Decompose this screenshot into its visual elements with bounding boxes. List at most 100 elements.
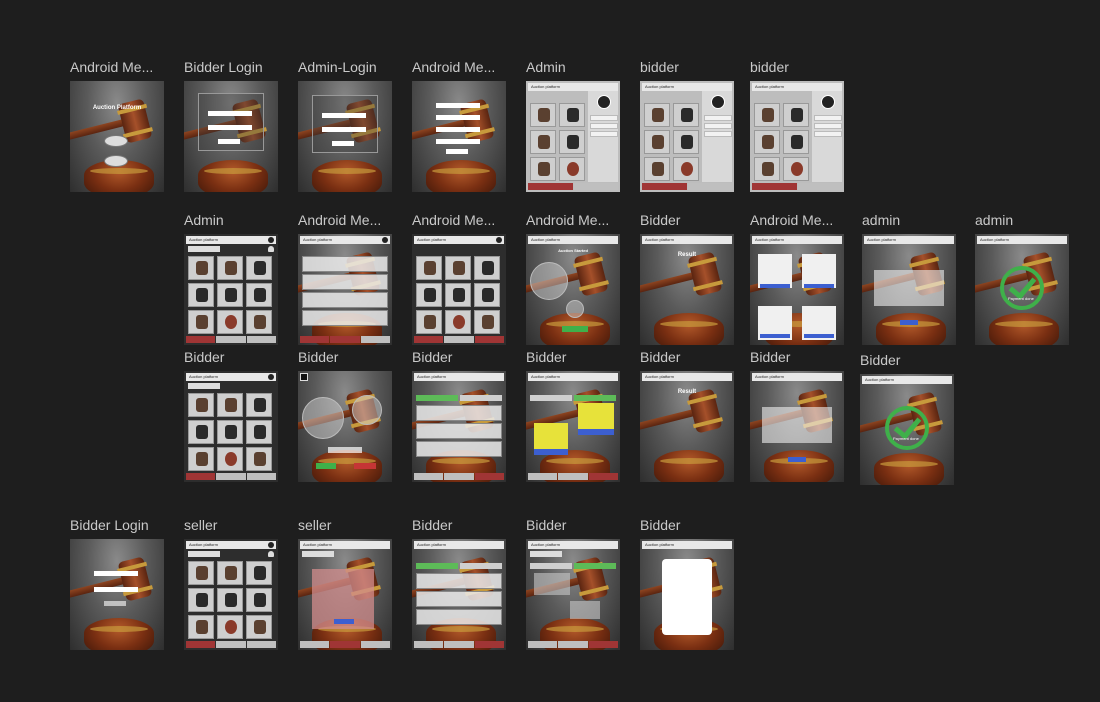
frame-bidder-login-2[interactable]: Bidder Login <box>70 517 164 650</box>
avatar-icon[interactable] <box>597 95 611 109</box>
frame-bidder-menu[interactable]: bidder Auction platform <box>750 59 844 192</box>
frame-label: Admin <box>526 59 566 75</box>
start-button[interactable] <box>562 326 588 332</box>
app-bar: Auction platform <box>186 236 276 244</box>
frame-bidder-grid[interactable]: Bidder Auction platform <box>184 349 278 482</box>
app-bar: Auction platform <box>186 541 276 549</box>
frame-label: Bidder <box>640 517 681 533</box>
payment-button[interactable] <box>578 429 614 435</box>
check-icon <box>885 406 929 450</box>
frame-cards[interactable]: Android Me... Auction platform <box>750 212 844 345</box>
app-bar: Auction platform <box>862 376 952 384</box>
frame-admin-login[interactable]: Admin-Login <box>298 59 392 192</box>
frame-seller-form[interactable]: seller Auction platform <box>298 517 392 650</box>
login-button[interactable] <box>104 601 126 606</box>
frame-bidder-receipt[interactable]: Bidder Auction platform <box>640 517 734 650</box>
exit-button[interactable] <box>354 463 376 469</box>
app-bar: Auction platform <box>864 236 954 244</box>
frame-label: Bidder <box>412 517 453 533</box>
screen-thumbnail: Auction Platform <box>70 81 164 192</box>
frame-auction-started[interactable]: Android Me... Auction platform Auction S… <box>526 212 620 345</box>
send-button[interactable] <box>334 619 354 624</box>
payment-button[interactable] <box>534 449 568 455</box>
screen-thumbnail: Auction platform <box>750 371 844 482</box>
screen-thumbnail: Auction platform <box>298 234 392 345</box>
signup-button[interactable] <box>446 149 468 154</box>
login-button[interactable] <box>332 141 354 146</box>
frame-label: Android Me... <box>412 212 496 228</box>
result-title: Result <box>677 252 697 258</box>
frame-label: Android Me... <box>526 212 610 228</box>
bell-icon[interactable] <box>268 551 274 557</box>
bid-button[interactable] <box>316 463 336 469</box>
role-button[interactable] <box>104 155 128 167</box>
side-menu <box>588 91 618 182</box>
app-bar: Auction platform <box>752 83 842 91</box>
frame-label: Admin-Login <box>298 59 377 75</box>
bell-icon[interactable] <box>268 246 274 252</box>
frame-admin-grid[interactable]: Admin Auction platform <box>184 212 278 345</box>
frame-result[interactable]: Bidder Auction platform Result <box>640 212 734 345</box>
app-bar: Auction platform <box>752 236 842 244</box>
frame-label: Bidder <box>640 212 681 228</box>
frame-bidder-form[interactable]: Bidder Auction platform <box>750 349 844 482</box>
frame-label: Bidder <box>640 349 681 365</box>
frame-label: Bidder <box>526 517 567 533</box>
avatar-icon[interactable] <box>711 95 725 109</box>
frame-register[interactable]: Android Me... <box>412 59 506 192</box>
frame-bidder-menu[interactable]: bidder Auction platform <box>640 59 734 192</box>
role-button[interactable] <box>104 135 128 147</box>
frame-label: Bidder Login <box>184 59 263 75</box>
screen-thumbnail: Auction platform Auction Started <box>526 234 620 345</box>
frame-label: Admin <box>184 212 224 228</box>
frame-label: Android Me... <box>750 212 834 228</box>
frame-label: Android Me... <box>70 59 154 75</box>
login-button[interactable] <box>218 139 240 144</box>
app-bar: Auction platform <box>414 236 504 244</box>
frame-label: seller <box>298 517 332 533</box>
frame-label: Bidder <box>526 349 567 365</box>
screen-thumbnail: Auction platform Result <box>640 371 734 482</box>
app-bar: Auction platform <box>752 373 842 381</box>
back-icon[interactable] <box>300 373 308 381</box>
screen-thumbnail: Auction platform Payment done <box>860 374 954 485</box>
frame-seller-grid[interactable]: seller Auction platform <box>184 517 278 650</box>
payment-done-label: Payment done <box>1008 296 1034 301</box>
frame-android-home[interactable]: Android Me... Auction Platform <box>70 59 164 192</box>
check-icon <box>1000 266 1044 310</box>
frame-admin-form[interactable]: admin Auction platform <box>862 212 956 345</box>
screen-thumbnail: Auction platform <box>526 81 620 192</box>
frame-bidder-auction[interactable]: Bidder <box>298 349 392 482</box>
screen-thumbnail: Auction platform <box>412 371 506 482</box>
payment-done-label: Payment done <box>893 436 919 441</box>
frame-bidder-tabs-3[interactable]: Bidder Auction platform <box>412 517 506 650</box>
screen-thumbnail: Auction platform <box>640 539 734 650</box>
frame-bidder-login[interactable]: Bidder Login <box>184 59 278 192</box>
app-bar: Auction platform <box>977 236 1067 244</box>
frame-bidder-done[interactable]: Bidder Auction platform Payment done <box>860 352 954 485</box>
receipt-card <box>662 559 712 635</box>
screen-thumbnail: Auction platform Result <box>640 234 734 345</box>
pay-button[interactable] <box>900 320 918 325</box>
app-bar: Auction platform <box>414 541 504 549</box>
pay-button[interactable] <box>788 457 806 462</box>
app-bar: Auction platform <box>528 373 618 381</box>
frame-admin-menu[interactable]: Admin Auction platform <box>526 59 620 192</box>
frame-admin-done[interactable]: admin Auction platform Payment done <box>975 212 1069 345</box>
frame-auction-grid[interactable]: Android Me... Auction platform <box>412 212 506 345</box>
frame-bidder-tabs[interactable]: Bidder Auction platform <box>412 349 506 482</box>
screen-thumbnail: Auction platform <box>184 539 278 650</box>
avatar-icon[interactable] <box>821 95 835 109</box>
frame-label: Bidder Login <box>70 517 149 533</box>
frame-bidder-payment[interactable]: Bidder Auction platform <box>526 349 620 482</box>
frame-label: Bidder <box>412 349 453 365</box>
app-bar: Auction platform <box>642 541 732 549</box>
frame-label: Bidder <box>860 352 901 368</box>
frame-label: bidder <box>640 59 679 75</box>
screen-thumbnail: Auction platform <box>750 234 844 345</box>
screen-thumbnail <box>298 81 392 192</box>
frame-list[interactable]: Android Me... Auction platform <box>298 212 392 345</box>
frame-bidder-tabs-4[interactable]: Bidder Auction platform <box>526 517 620 650</box>
frame-bidder-result[interactable]: Bidder Auction platform Result <box>640 349 734 482</box>
screen-thumbnail <box>412 81 506 192</box>
